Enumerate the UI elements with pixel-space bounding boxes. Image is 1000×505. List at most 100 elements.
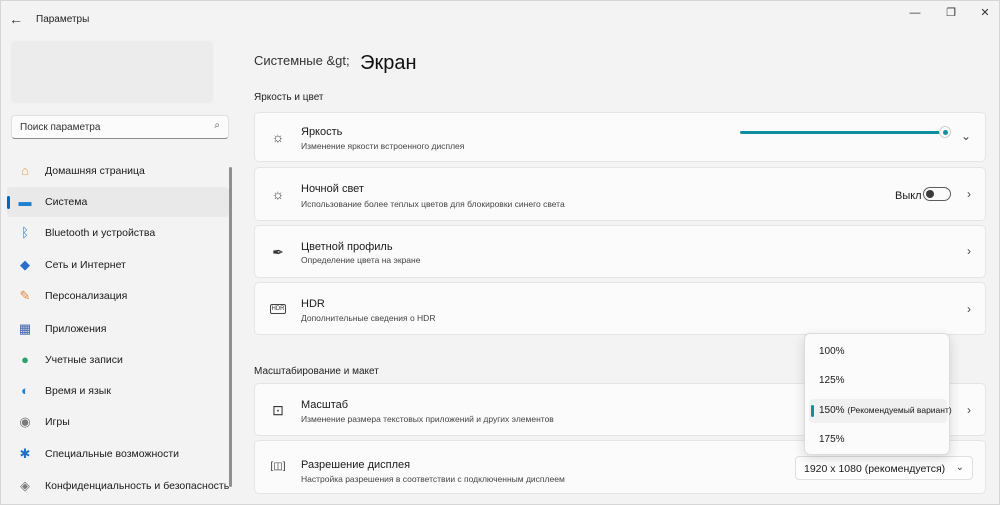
scale-option[interactable]: 150% (Рекомендуемый вариант) bbox=[809, 399, 952, 423]
resolution-title: Разрешение дисплея bbox=[301, 459, 411, 471]
brightness-card[interactable]: ☼ Яркость Изменение яркости встроенного … bbox=[254, 112, 986, 162]
sidebar-item-label: Сеть и Интернет bbox=[45, 259, 126, 271]
brightness-slider-thumb[interactable] bbox=[939, 126, 951, 138]
brightness-title: Яркость bbox=[301, 126, 343, 138]
brightness-icon: ☼ bbox=[271, 129, 285, 145]
scale-title: Масштаб bbox=[301, 399, 349, 411]
sidebar-item[interactable]: ◈ Конфиденциальность и безопасность bbox=[7, 471, 229, 501]
sidebar-item[interactable]: ✱ Специальные возможности bbox=[7, 439, 229, 469]
selected-indicator bbox=[811, 405, 814, 417]
chevron-right-icon[interactable]: › bbox=[967, 302, 971, 316]
apps-icon: ▦ bbox=[18, 321, 32, 336]
chevron-right-icon[interactable]: › bbox=[967, 187, 971, 201]
brightness-slider-track[interactable] bbox=[740, 131, 946, 134]
scale-icon: ⊡ bbox=[272, 402, 284, 418]
night-light-card[interactable]: ☼ Ночной свет Использование более теплых… bbox=[254, 167, 986, 221]
close-button[interactable]: ✕ bbox=[973, 5, 997, 21]
active-indicator bbox=[7, 196, 10, 209]
chevron-down-icon: ⌄ bbox=[955, 462, 964, 473]
wifi-icon: ◆ bbox=[20, 257, 30, 272]
sidebar-item-label: Приложения bbox=[45, 323, 107, 335]
pen-icon: ✒ bbox=[272, 244, 284, 260]
shield-icon: ◈ bbox=[20, 478, 30, 493]
sidebar-item[interactable]: ✎ Персонализация bbox=[7, 281, 229, 311]
scale-option-label: 175% bbox=[819, 434, 845, 445]
scale-option-value: 150% bbox=[819, 405, 845, 416]
home-icon: ⌂ bbox=[21, 163, 29, 178]
sidebar-item[interactable]: ◐ Время и язык bbox=[7, 376, 229, 406]
sidebar-item-label: Время и язык bbox=[45, 385, 111, 397]
hdr-title: HDR bbox=[301, 298, 325, 310]
section-title-brightness-color: Яркость и цвет bbox=[254, 92, 324, 103]
search-placeholder: Поиск параметра bbox=[20, 122, 101, 133]
gamepad-icon: ◉ bbox=[19, 414, 31, 429]
brush-icon: ✎ bbox=[19, 288, 31, 303]
section-title-scale-layout: Масштабирование и макет bbox=[254, 366, 379, 377]
scale-option-note: (Рекомендуемый вариант) bbox=[847, 405, 952, 415]
color-profile-title: Цветной профиль bbox=[301, 241, 393, 253]
sidebar-item-label: Персонализация bbox=[45, 290, 128, 302]
sidebar-item[interactable]: ▦ Приложения bbox=[7, 314, 229, 344]
sidebar-item[interactable]: ▬ Система bbox=[7, 187, 229, 217]
toggle-knob bbox=[926, 190, 934, 198]
sidebar-scrollbar[interactable] bbox=[229, 167, 232, 487]
scale-option-label: 100% bbox=[819, 346, 845, 357]
sidebar-item[interactable]: ◉ Игры bbox=[7, 407, 229, 437]
hdr-icon: HDR bbox=[270, 304, 286, 314]
sidebar-item[interactable]: ● Учетные записи bbox=[7, 345, 229, 375]
app-title: Параметры bbox=[36, 14, 90, 25]
night-light-icon: ☼ bbox=[271, 186, 285, 202]
night-light-toggle[interactable] bbox=[923, 187, 951, 201]
user-profile-block[interactable] bbox=[11, 41, 213, 103]
sidebar-item-label: Учетные записи bbox=[45, 354, 123, 366]
sidebar-item-label: Bluetooth и устройства bbox=[45, 227, 156, 239]
sidebar-item[interactable]: ⌂ Домашняя страница bbox=[7, 156, 229, 186]
minimize-button[interactable]: — bbox=[903, 5, 927, 21]
sidebar-item[interactable]: ᛒ Bluetooth и устройства bbox=[7, 218, 229, 248]
night-light-subtitle: Использование более теплых цветов для бл… bbox=[301, 199, 565, 209]
globe-clock-icon: ◐ bbox=[21, 383, 29, 398]
sidebar-item-label: Домашняя страница bbox=[45, 165, 145, 177]
scale-subtitle: Изменение размера текстовых приложений и… bbox=[301, 414, 554, 424]
hdr-card[interactable]: HDR HDR Дополнительные сведения о HDR › bbox=[254, 282, 986, 335]
sidebar-item-label: Специальные возможности bbox=[45, 448, 180, 460]
display-icon: ▬ bbox=[18, 194, 32, 209]
settings-window: ← Параметры — ❐ ✕ Поиск параметра ⌕ ⌂ Дом… bbox=[0, 0, 1000, 505]
hdr-subtitle: Дополнительные сведения о HDR bbox=[301, 313, 436, 323]
night-light-state-label: Выкл bbox=[895, 190, 922, 202]
scale-dropdown[interactable]: 100% 125% 150% (Рекомендуемый вариант) 175% bbox=[804, 333, 952, 455]
color-profile-subtitle: Определение цвета на экране bbox=[301, 255, 421, 265]
scale-option[interactable]: 175% bbox=[809, 428, 947, 452]
night-light-title: Ночной свет bbox=[301, 183, 364, 195]
breadcrumb-parent[interactable]: Системные &gt; bbox=[254, 53, 350, 68]
title-bar: ← Параметры — ❐ ✕ bbox=[1, 1, 1000, 37]
brightness-subtitle: Изменение яркости встроенного дисплея bbox=[301, 141, 465, 151]
page-title: Экран bbox=[360, 52, 417, 74]
scale-option-label: 150% (Рекомендуемый вариант) bbox=[819, 405, 952, 416]
account-icon: ● bbox=[21, 352, 29, 367]
resolution-icon: [◫] bbox=[270, 461, 286, 472]
resolution-select[interactable]: 1920 x 1080 (рекомендуется) ⌄ bbox=[795, 456, 973, 480]
scale-option-value: 175% bbox=[819, 434, 845, 445]
scale-option-value: 100% bbox=[819, 346, 845, 357]
search-input[interactable]: Поиск параметра ⌕ bbox=[11, 115, 229, 139]
scale-option[interactable]: 100% bbox=[809, 340, 947, 364]
chevron-down-icon[interactable]: ⌄ bbox=[961, 129, 971, 143]
chevron-right-icon[interactable]: › bbox=[967, 403, 971, 417]
back-button[interactable]: ← bbox=[7, 10, 25, 28]
sidebar-item-label: Игры bbox=[45, 416, 70, 428]
resolution-subtitle: Настройка разрешения в соответствии с по… bbox=[301, 474, 565, 484]
breadcrumb: Системные &gt; Экран bbox=[254, 48, 417, 74]
accessibility-icon: ✱ bbox=[19, 446, 31, 461]
sidebar-item-label: Конфиденциальность и безопасность bbox=[45, 480, 230, 492]
search-icon[interactable]: ⌕ bbox=[214, 120, 220, 131]
chevron-right-icon[interactable]: › bbox=[967, 244, 971, 258]
maximize-button[interactable]: ❐ bbox=[939, 5, 963, 21]
sidebar-item[interactable]: ◆ Сеть и Интернет bbox=[7, 250, 229, 280]
scale-option[interactable]: 125% bbox=[809, 369, 947, 393]
scale-option-label: 125% bbox=[819, 375, 845, 386]
color-profile-card[interactable]: ✒ Цветной профиль Определение цвета на э… bbox=[254, 225, 986, 278]
scale-option-value: 125% bbox=[819, 375, 845, 386]
resolution-value: 1920 x 1080 (рекомендуется) bbox=[804, 463, 946, 475]
sidebar-item-label: Система bbox=[45, 196, 88, 208]
